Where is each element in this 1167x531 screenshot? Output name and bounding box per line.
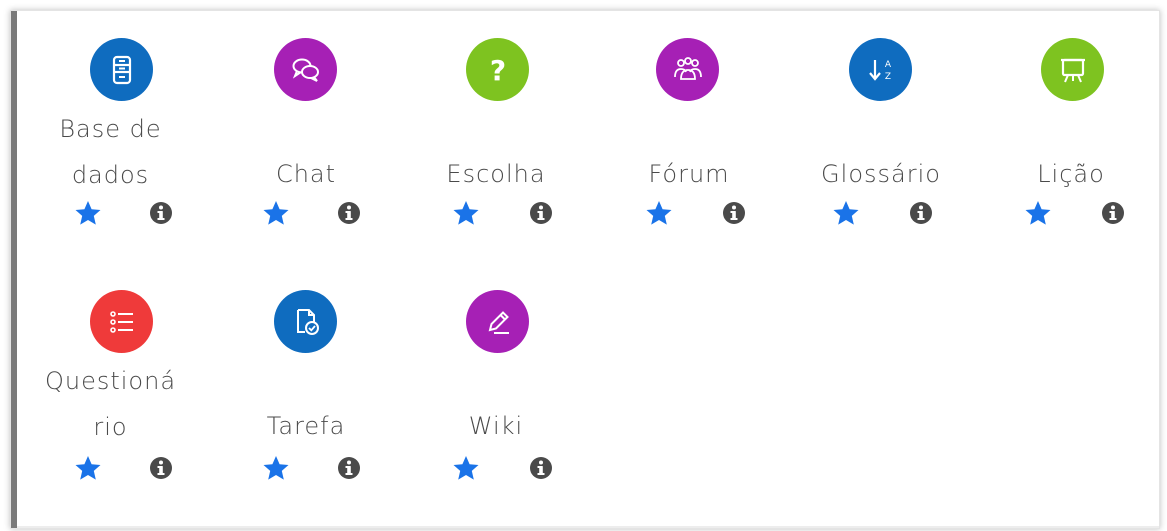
module-label[interactable]: Glossário [781,151,981,197]
label-line: Questioná [44,367,177,395]
module-label[interactable]: Tarefa [206,403,406,449]
info-icon[interactable] [1098,198,1128,228]
people-icon [656,38,719,101]
module-forum[interactable]: Fórum [589,11,774,225]
module-label[interactable]: Escolha [396,151,596,197]
panel-left-border [11,11,17,528]
info-icon[interactable] [526,453,556,483]
info-icon[interactable] [334,453,364,483]
module-assign[interactable]: Tarefa [206,263,391,480]
document-check-icon [274,290,337,353]
star-icon[interactable] [451,198,481,228]
database-icon [90,38,153,101]
info-icon[interactable] [146,453,176,483]
info-icon[interactable] [526,198,556,228]
module-database[interactable]: Base de dados [18,11,203,225]
module-chat[interactable]: Chat [206,11,391,225]
star-icon[interactable] [644,198,674,228]
star-icon[interactable] [1023,198,1053,228]
info-icon[interactable] [906,198,936,228]
module-label[interactable]: Base de dados [18,106,203,198]
question-icon: ? [466,38,529,101]
star-icon[interactable] [261,198,291,228]
pencil-icon [466,290,529,353]
module-label[interactable]: Fórum [589,151,789,197]
star-icon[interactable] [451,453,481,483]
star-icon[interactable] [261,453,291,483]
list-icon [90,290,153,353]
activity-chooser-panel: Base de dados Chat ? Escolha Fórum AZ Gl… [10,10,1160,529]
module-label[interactable]: Wiki [396,403,596,449]
module-choice[interactable]: ? Escolha [396,11,581,225]
module-label[interactable]: Questioná rio [18,358,203,450]
module-glossary[interactable]: AZ Glossário [781,11,966,225]
star-icon[interactable] [73,198,103,228]
star-icon[interactable] [73,453,103,483]
svg-text:A: A [884,60,891,70]
chat-icon [274,38,337,101]
presentation-icon [1041,38,1104,101]
module-wiki[interactable]: Wiki [396,263,581,480]
module-label[interactable]: Chat [206,151,406,197]
svg-text:Z: Z [884,72,890,82]
svg-text:?: ? [489,54,505,87]
info-icon[interactable] [146,198,176,228]
star-icon[interactable] [831,198,861,228]
label-line: Base de [59,115,162,143]
panel-footer-divider [17,526,1159,528]
info-icon[interactable] [334,198,364,228]
label-line: dados [71,161,150,189]
module-quiz[interactable]: Questioná rio [18,263,203,480]
info-icon[interactable] [719,198,749,228]
sort-az-icon: AZ [849,38,912,101]
module-lesson[interactable]: Lição [971,11,1156,225]
module-label[interactable]: Lição [971,151,1167,197]
label-line: rio [93,413,128,441]
